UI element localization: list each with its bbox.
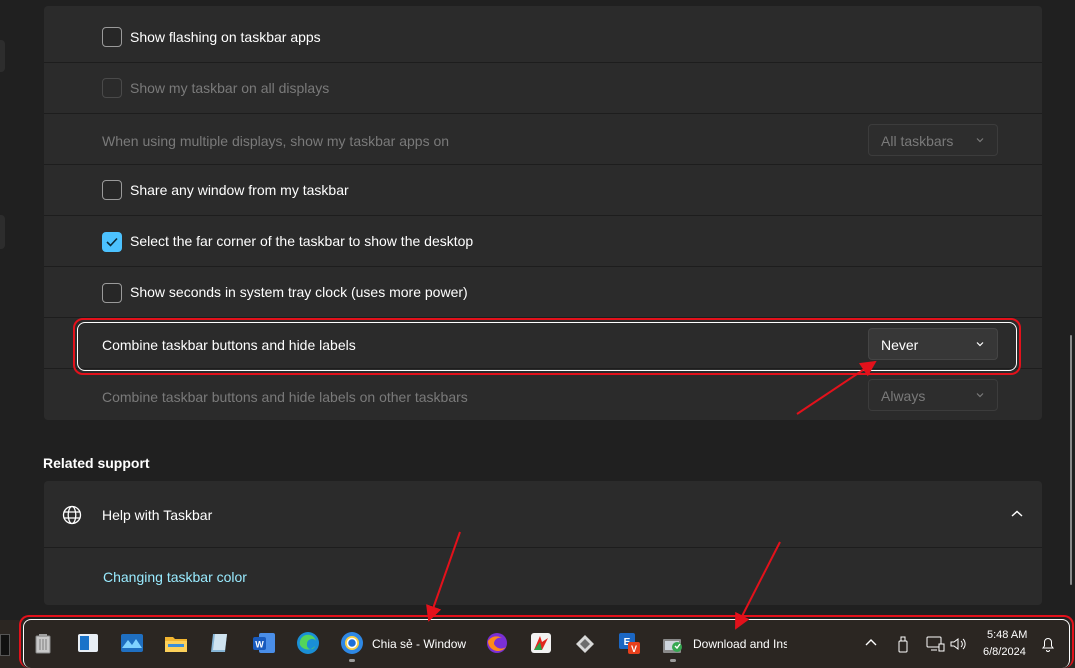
setting-label: Combine taskbar buttons and hide labels … <box>102 389 468 405</box>
help-label: Help with Taskbar <box>102 507 213 523</box>
checkbox-far-corner[interactable] <box>102 232 122 252</box>
checkbox-all-displays <box>102 78 122 98</box>
setting-row-combine-other: Combine taskbar buttons and hide labels … <box>44 369 1042 420</box>
highlight-frame-inner <box>23 619 1070 668</box>
setting-row-far-corner[interactable]: Select the far corner of the taskbar to … <box>44 216 1042 267</box>
combine-other-dropdown: Always <box>868 379 998 411</box>
setting-row-multi-display-apps: When using multiple displays, show my ta… <box>44 114 1042 165</box>
setting-row-show-seconds[interactable]: Show seconds in system tray clock (uses … <box>44 267 1042 318</box>
nav-pane-edge <box>0 40 5 72</box>
chevron-up-icon[interactable] <box>1010 509 1024 519</box>
checkbox-show-seconds[interactable] <box>102 283 122 303</box>
dropdown-value: All taskbars <box>881 133 954 149</box>
highlight-frame-inner <box>77 322 1017 371</box>
checkmark-icon <box>106 237 118 247</box>
multi-display-dropdown: All taskbars <box>868 124 998 156</box>
chevron-down-icon <box>976 138 984 143</box>
scrollbar-thumb[interactable] <box>1070 335 1072 585</box>
globe-icon <box>62 505 82 525</box>
setting-label: Select the far corner of the taskbar to … <box>130 233 474 249</box>
help-expander[interactable]: Help with Taskbar <box>44 481 1042 548</box>
setting-label: Show flashing on taskbar apps <box>130 29 321 45</box>
checkbox-share-window[interactable] <box>102 180 122 200</box>
setting-label: When using multiple displays, show my ta… <box>102 133 450 149</box>
nav-pane-edge <box>0 215 5 249</box>
changing-taskbar-color-link[interactable]: Changing taskbar color <box>103 569 247 585</box>
setting-label: Show my taskbar on all displays <box>130 80 330 96</box>
setting-row-share-window[interactable]: Share any window from my taskbar <box>44 165 1042 216</box>
dropdown-value: Always <box>881 388 926 404</box>
help-card: Help with Taskbar Changing taskbar color <box>44 481 1042 605</box>
chevron-down-icon <box>976 393 984 398</box>
setting-label: Show seconds in system tray clock (uses … <box>130 284 468 300</box>
start-edge[interactable] <box>0 634 10 656</box>
setting-row-show-flashing[interactable]: Show flashing on taskbar apps <box>44 6 1042 63</box>
setting-label: Share any window from my taskbar <box>130 182 349 198</box>
related-support-heading: Related support <box>43 455 150 471</box>
checkbox-show-flashing[interactable] <box>102 27 122 47</box>
setting-row-all-displays: Show my taskbar on all displays <box>44 63 1042 114</box>
settings-window: Show flashing on taskbar apps Show my ta… <box>0 0 1075 668</box>
